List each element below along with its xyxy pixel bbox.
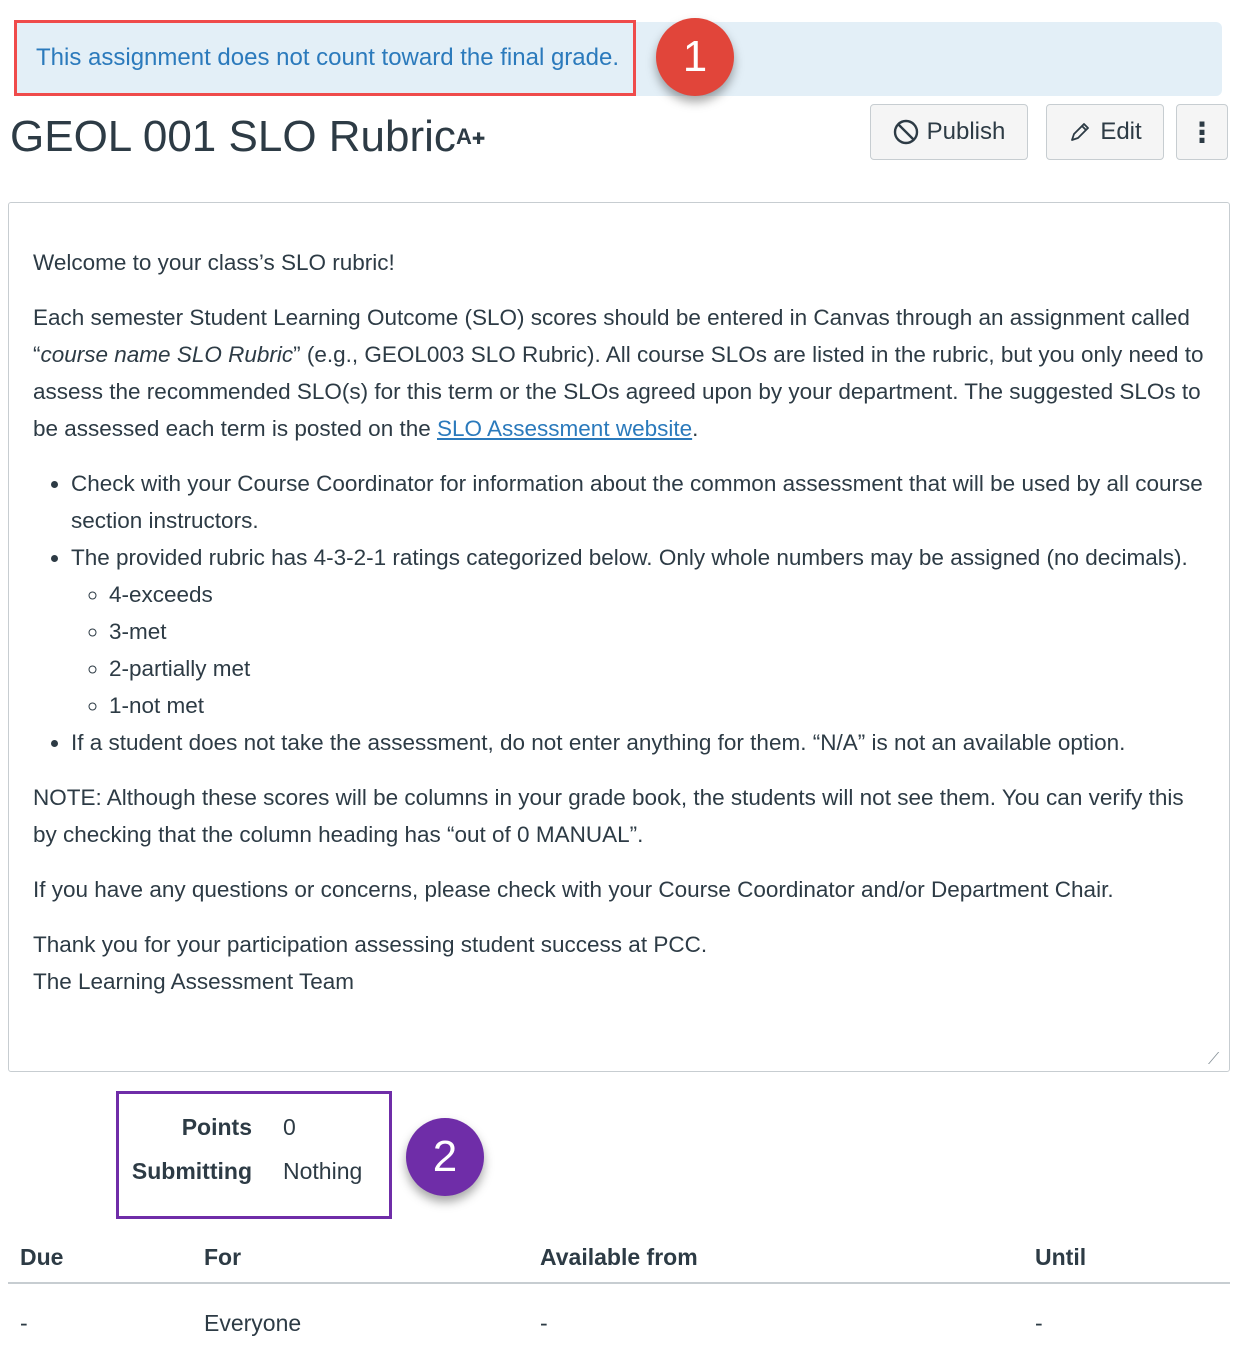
intro-paragraph: Each semester Student Learning Outcome (… (33, 299, 1213, 447)
callout-badge-2: 2 (406, 1118, 484, 1196)
rating-item: 4-exceeds (109, 576, 1213, 613)
welcome-text: Welcome to your class’s SLO rubric! (33, 250, 395, 275)
points-value: 0 (283, 1114, 296, 1140)
list-item: Check with your Course Coordinator for i… (71, 465, 1213, 539)
note-paragraph: NOTE: Although these scores will be colu… (33, 785, 1184, 847)
points-label: Points (181, 1114, 252, 1140)
more-options-button[interactable]: ⋮ (1176, 104, 1228, 160)
table-cell-available-from: - (540, 1310, 548, 1336)
slo-assessment-link[interactable]: SLO Assessment website (437, 416, 692, 441)
pencil-icon (1071, 123, 1090, 141)
edit-button[interactable]: Edit (1046, 104, 1164, 160)
submitting-value: Nothing (283, 1158, 363, 1184)
callout-box-1 (14, 20, 636, 96)
column-header-available-from: Available from (540, 1244, 698, 1270)
page-title: GEOL 001 SLO Rubric (10, 112, 456, 161)
list-item: The provided rubric has 4-3-2-1 ratings … (71, 539, 1213, 724)
edit-label: Edit (1100, 118, 1142, 145)
submitting-label: Submitting (131, 1158, 252, 1184)
kebab-menu-icon: ⋮ (1188, 116, 1216, 148)
assignment-description: Welcome to your class’s SLO rubric! Each… (33, 244, 1213, 1000)
callout-badge-1: 1 (656, 18, 734, 96)
rating-item: 2-partially met (109, 650, 1213, 687)
instructions-list: Check with your Course Coordinator for i… (33, 465, 1213, 761)
resize-grip-icon[interactable]: ⟋ (1208, 1052, 1224, 1068)
thanks-text: Thank you for your participation assessi… (33, 932, 708, 957)
text-direction-icon[interactable]: A✚ (456, 124, 485, 150)
table-cell-until: - (1035, 1310, 1043, 1336)
rating-item: 1-not met (109, 687, 1213, 724)
callout-box-2 (116, 1091, 392, 1219)
rating-item: 3-met (109, 613, 1213, 650)
column-header-due: Due (20, 1244, 64, 1270)
table-cell-due: - (20, 1310, 28, 1336)
publish-label: Publish (926, 118, 1006, 145)
intro-text-c: . (692, 416, 699, 441)
column-header-for: For (204, 1244, 242, 1270)
intro-emphasis: course name SLO Rubric (40, 342, 294, 367)
publish-button[interactable]: Publish (870, 104, 1028, 160)
table-cell-for: Everyone (204, 1310, 302, 1336)
column-header-until: Until (1035, 1244, 1087, 1270)
ban-icon (893, 119, 918, 145)
list-item: If a student does not take the assessmen… (71, 724, 1213, 761)
signature-text: The Learning Assessment Team (33, 969, 355, 994)
questions-paragraph: If you have any questions or concerns, p… (33, 877, 1114, 902)
table-divider (8, 1282, 1230, 1284)
ratings-list: 4-exceeds 3-met 2-partially met 1-not me… (71, 576, 1213, 724)
rubric-ratings-text: The provided rubric has 4-3-2-1 ratings … (71, 545, 1188, 570)
